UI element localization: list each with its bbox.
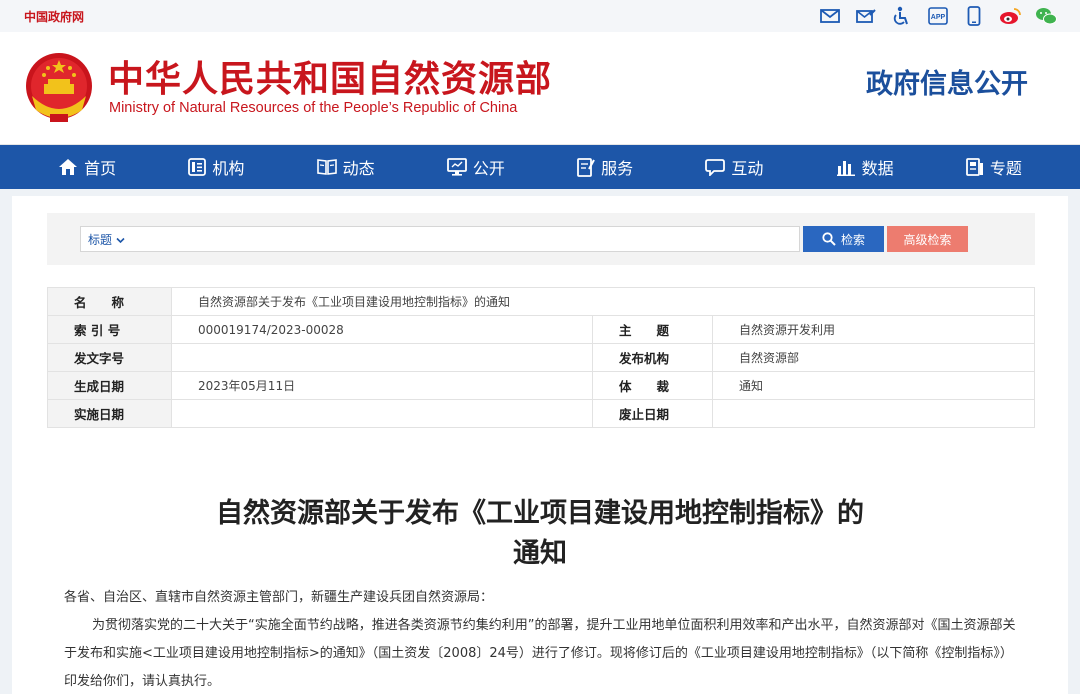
- section-title: 政府信息公开: [866, 69, 1028, 100]
- envelope-edit-icon[interactable]: [854, 5, 878, 27]
- index-label: 索 引 号: [47, 315, 172, 344]
- abolish-date-label: 废止日期: [592, 399, 713, 428]
- index-value: 000019174/2023-00028: [171, 315, 593, 344]
- article-title-line: 自然资源部关于发布《工业项目建设用地控制指标》的: [216, 498, 864, 529]
- national-emblem-logo[interactable]: [24, 52, 94, 126]
- nav-item-interact[interactable]: 互动: [705, 155, 763, 179]
- article-title: 自然资源部关于发布《工业项目建设用地控制指标》的 通知: [150, 494, 930, 574]
- nav-item-data[interactable]: 数据: [836, 155, 894, 179]
- app-icon-label: APP: [931, 14, 946, 21]
- name-value: 自然资源部关于发布《工业项目建设用地控制指标》的通知: [171, 287, 1035, 316]
- date-label: 生成日期: [47, 371, 172, 400]
- docno-label: 发文字号: [47, 343, 172, 372]
- app-icon[interactable]: APP: [926, 5, 950, 27]
- nav-label: 首页: [84, 159, 117, 178]
- home-icon: [59, 159, 78, 175]
- top-icon-group: APP: [818, 5, 1058, 27]
- nav-item-home[interactable]: 首页: [58, 155, 116, 179]
- search-type-label: 标题: [88, 233, 113, 247]
- nav-label: 专题: [989, 159, 1022, 178]
- nav-label: 数据: [861, 159, 894, 178]
- gov-portal-link[interactable]: 中国政府网: [24, 8, 84, 25]
- site-subtitle: Ministry of Natural Resources of the Peo…: [109, 100, 518, 116]
- chat-icon: [705, 159, 726, 176]
- top-strip: 中国政府网 APP: [0, 0, 1080, 32]
- docno-value: [171, 343, 593, 372]
- search-input[interactable]: [134, 228, 794, 250]
- mobile-icon[interactable]: [962, 5, 986, 27]
- main-nav: 首页 机构 动态 公开 服务 互动 数据 专题: [0, 145, 1080, 189]
- impl-date-value: [171, 399, 593, 428]
- search-icon: [822, 232, 836, 246]
- nav-label: 服务: [601, 159, 634, 178]
- topic-icon: [965, 158, 983, 176]
- accessibility-icon[interactable]: [890, 5, 914, 27]
- genre-value: 通知: [712, 371, 1035, 400]
- nav-label: 动态: [342, 159, 375, 178]
- nav-item-service[interactable]: 服务: [577, 155, 633, 179]
- monitor-icon: [446, 158, 467, 176]
- abolish-date-value: [712, 399, 1035, 428]
- date-value: 2023年05月11日: [171, 371, 593, 400]
- wechat-icon[interactable]: [1034, 5, 1058, 27]
- nav-item-news[interactable]: 动态: [316, 155, 375, 179]
- nav-item-topic[interactable]: 专题: [965, 155, 1022, 179]
- site-title: 中华人民共和国自然资源部: [108, 58, 553, 100]
- mail-icon[interactable]: [818, 5, 842, 27]
- table-row: 生成日期 2023年05月11日 体 裁 通知: [47, 371, 1035, 400]
- nav-label: 互动: [731, 159, 764, 178]
- weibo-icon[interactable]: [998, 5, 1022, 27]
- site-header: 中华人民共和国自然资源部 Ministry of Natural Resourc…: [0, 32, 1080, 145]
- topic-value: 自然资源开发利用: [712, 315, 1035, 344]
- advanced-search-label: 高级检索: [903, 232, 952, 247]
- nav-label: 机构: [212, 159, 245, 178]
- advanced-search-button[interactable]: 高级检索: [887, 226, 968, 252]
- nav-item-public[interactable]: 公开: [446, 155, 505, 179]
- search-button[interactable]: 检索: [803, 226, 884, 252]
- table-row: 实施日期 废止日期: [47, 399, 1035, 428]
- table-row: 索 引 号 000019174/2023-00028 主 题 自然资源开发利用: [47, 315, 1035, 344]
- impl-date-label: 实施日期: [47, 399, 172, 428]
- article-paragraph: 为贯彻落实党的二十大关于“实施全面节约战略，推进各类资源节约集约利用”的部署，提…: [64, 618, 1016, 689]
- document-edit-icon: [577, 158, 595, 177]
- name-label: 名 称: [47, 287, 172, 316]
- chevron-down-icon: [116, 233, 125, 247]
- search-type-dropdown[interactable]: 标题: [88, 231, 125, 248]
- org-label: 发布机构: [592, 343, 713, 372]
- book-icon: [316, 159, 337, 175]
- organization-icon: [188, 158, 207, 176]
- nav-label: 公开: [472, 159, 505, 178]
- table-row: 发文字号 发布机构 自然资源部: [47, 343, 1035, 372]
- article-title-line: 通知: [513, 538, 567, 569]
- nav-item-organization[interactable]: 机构: [188, 155, 244, 179]
- article-body: 各省、自治区、直辖市自然资源主管部门，新疆生产建设兵团自然资源局： 为贯彻落实党…: [64, 584, 1024, 694]
- table-row: 名 称 自然资源部关于发布《工业项目建设用地控制指标》的通知: [47, 287, 1035, 316]
- article-salutation: 各省、自治区、直辖市自然资源主管部门，新疆生产建设兵团自然资源局：: [64, 590, 494, 605]
- genre-label: 体 裁: [592, 371, 713, 400]
- org-value: 自然资源部: [712, 343, 1035, 372]
- document-info-table: 名 称 自然资源部关于发布《工业项目建设用地控制指标》的通知 索 引 号 000…: [47, 287, 1035, 428]
- topic-label: 主 题: [592, 315, 713, 344]
- search-button-label: 检索: [840, 232, 865, 247]
- bar-chart-icon: [836, 161, 855, 176]
